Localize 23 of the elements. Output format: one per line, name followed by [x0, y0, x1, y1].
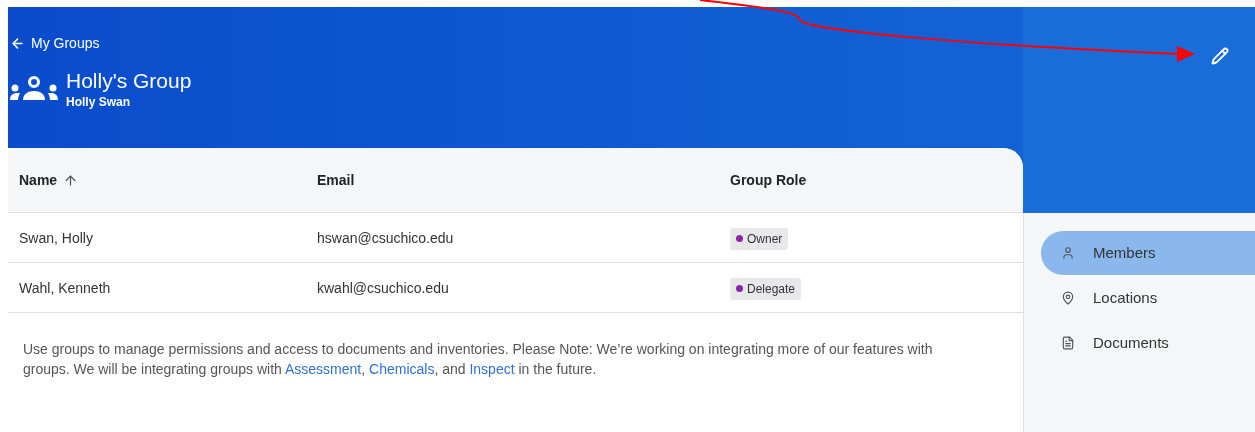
sidebar-item[interactable]: Locations	[1041, 276, 1255, 320]
person-icon	[1061, 246, 1075, 260]
edit-icon[interactable]	[1209, 45, 1231, 67]
role-chip: Delegate	[730, 277, 802, 300]
sidebar-item[interactable]: Members	[1041, 231, 1255, 275]
group-title: Holly's Group	[66, 68, 192, 94]
table-cell: Swan, Holly	[19, 229, 93, 246]
groups-info-text: Use groups to manage permissions and access to documents and inventories. Please Note: We’re working on integrating more of our features with groups. We will be integrating groups with Assessment, Chemicals, and Inspect in the future.	[23, 340, 934, 379]
table-cell: kwahl@csuchico.edu	[317, 279, 449, 296]
group-owner: Holly Swan	[66, 94, 131, 110]
column-header[interactable]: Email	[317, 169, 355, 191]
text-link[interactable]: Inspect	[469, 361, 515, 377]
column-header[interactable]: Name	[19, 169, 79, 191]
sidebar-item[interactable]: Documents	[1041, 321, 1255, 365]
role-chip: Owner	[730, 227, 789, 250]
table-cell: hswan@csuchico.edu	[317, 229, 454, 246]
back-link[interactable]: My Groups	[10, 33, 100, 54]
sort-ascending-icon	[63, 172, 79, 188]
group-icon	[10, 76, 58, 102]
column-header[interactable]: Group Role	[730, 169, 807, 191]
document-icon	[1061, 336, 1075, 350]
table-cell: Wahl, Kenneth	[19, 279, 111, 296]
location-pin-icon	[1061, 291, 1075, 305]
